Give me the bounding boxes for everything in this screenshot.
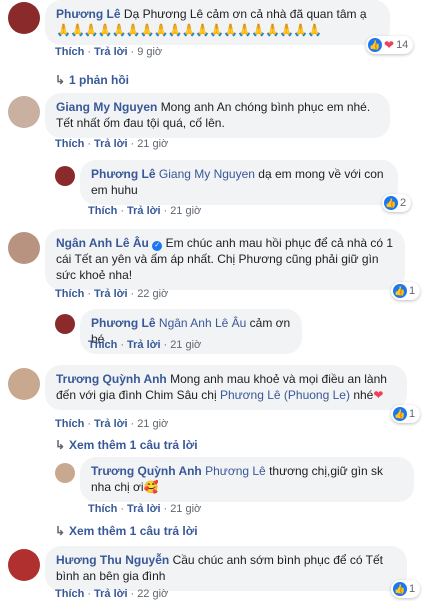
heart-icon: ❤ bbox=[384, 38, 395, 52]
verified-icon: ✓ bbox=[152, 241, 163, 251]
comment-time: 22 giờ bbox=[137, 288, 169, 300]
comment-bubble: Trương Quỳnh Anh Mong anh mau khoẻ và mọ… bbox=[45, 365, 407, 410]
reply-author[interactable]: Phương Lê bbox=[91, 316, 156, 330]
like-icon: 👍 bbox=[393, 284, 407, 298]
like-button[interactable]: Thích bbox=[55, 46, 84, 58]
comment-time: 21 giờ bbox=[137, 418, 169, 430]
like-button[interactable]: Thích bbox=[55, 418, 84, 430]
like-icon: 👍 bbox=[368, 38, 382, 52]
reaction-count[interactable]: 👍 1 bbox=[391, 405, 421, 423]
like-button[interactable]: Thích bbox=[88, 503, 117, 515]
reply-bubble: Trương Quỳnh Anh Phương Lê thương chị,gi… bbox=[80, 457, 414, 502]
like-button[interactable]: Thích bbox=[55, 588, 84, 600]
comment-bubble: Giang My Nguyen Mong anh An chóng bình p… bbox=[45, 93, 390, 138]
reply-mention[interactable]: Phương Lê bbox=[205, 464, 266, 478]
reply-mention[interactable]: Giang My Nguyen bbox=[159, 167, 255, 181]
comment-text: Dạ Phương Lê cảm ơn cả nhà đã quan tâm ạ bbox=[123, 7, 367, 21]
comment-time: 21 giờ bbox=[137, 138, 169, 150]
reply-meta: Thích · Trả lời · 21 giờ bbox=[88, 205, 202, 217]
avatar[interactable] bbox=[8, 549, 40, 581]
like-button[interactable]: Thích bbox=[88, 205, 117, 217]
comment-author[interactable]: Ngân Anh Lê Âu bbox=[56, 236, 149, 250]
prayer-emojis: 🙏🙏🙏🙏🙏🙏🙏🙏🙏🙏🙏🙏🙏🙏🙏🙏🙏🙏🙏 bbox=[56, 23, 322, 37]
comment-bubble: Hương Thu Nguyễn Cầu chúc anh sớm bình p… bbox=[45, 546, 407, 591]
like-button[interactable]: Thích bbox=[88, 339, 117, 351]
comment-text-end: nhé bbox=[353, 388, 374, 402]
reply-author[interactable]: Phương Lê bbox=[91, 167, 156, 181]
comment-author[interactable]: Giang My Nguyen bbox=[56, 100, 157, 114]
heart-icon: ❤ bbox=[373, 388, 384, 402]
avatar[interactable] bbox=[55, 314, 75, 334]
like-icon: 👍 bbox=[393, 582, 407, 596]
avatar[interactable] bbox=[55, 166, 75, 186]
view-more-replies-link[interactable]: ↳ Xem thêm 1 câu trả lời bbox=[55, 438, 198, 452]
reply-button[interactable]: Trả lời bbox=[94, 46, 128, 58]
reaction-count[interactable]: 👍 2 bbox=[382, 194, 412, 212]
avatar[interactable] bbox=[8, 368, 40, 400]
reply-button[interactable]: Trả lời bbox=[94, 288, 128, 300]
reply-button[interactable]: Trả lời bbox=[127, 503, 161, 515]
avatar[interactable] bbox=[8, 96, 40, 128]
reply-time: 21 giờ bbox=[170, 339, 202, 351]
comment-time: 22 giờ bbox=[137, 588, 169, 600]
comment-meta: Thích · Trả lời · 22 giờ bbox=[55, 288, 169, 300]
reply-button[interactable]: Trả lời bbox=[94, 588, 128, 600]
reply-mention[interactable]: Ngân Anh Lê Âu bbox=[159, 316, 246, 330]
avatar[interactable] bbox=[55, 463, 75, 483]
comment-bubble: Phương Lê Dạ Phương Lê cảm ơn cả nhà đã … bbox=[45, 0, 390, 45]
reply-arrow-icon: ↳ bbox=[55, 524, 66, 538]
reaction-count[interactable]: 👍 1 bbox=[391, 580, 421, 598]
comment-meta: Thích · Trả lời · 9 giờ bbox=[55, 46, 163, 58]
like-button[interactable]: Thích bbox=[55, 138, 84, 150]
like-icon: 👍 bbox=[393, 407, 407, 421]
reply-time: 21 giờ bbox=[170, 205, 202, 217]
comment-time: 9 giờ bbox=[137, 46, 163, 58]
reply-meta: Thích · Trả lời · 21 giờ bbox=[88, 503, 202, 515]
comment-meta: Thích · Trả lời · 22 giờ bbox=[55, 588, 169, 600]
comment-meta: Thích · Trả lời · 21 giờ bbox=[55, 418, 169, 430]
comment-mention[interactable]: Phương Lê (Phuong Le) bbox=[220, 388, 350, 402]
reply-meta: Thích · Trả lời · 21 giờ bbox=[88, 339, 202, 351]
reply-time: 21 giờ bbox=[170, 503, 202, 515]
like-button[interactable]: Thích bbox=[55, 288, 84, 300]
view-replies-link[interactable]: ↳ 1 phản hồi bbox=[55, 73, 129, 87]
comment-author[interactable]: Trương Quỳnh Anh bbox=[56, 372, 167, 386]
reply-button[interactable]: Trả lời bbox=[94, 138, 128, 150]
comment-author[interactable]: Phương Lê bbox=[56, 7, 121, 21]
reaction-count[interactable]: 👍 ❤ 14 bbox=[366, 36, 414, 54]
reply-bubble: Phương Lê Giang My Nguyen dạ em mong về … bbox=[80, 160, 398, 205]
reply-button[interactable]: Trả lời bbox=[94, 418, 128, 430]
avatar[interactable] bbox=[8, 232, 40, 264]
comment-meta: Thích · Trả lời · 21 giờ bbox=[55, 138, 169, 150]
avatar[interactable] bbox=[8, 2, 40, 34]
reply-arrow-icon: ↳ bbox=[55, 73, 66, 87]
reply-arrow-icon: ↳ bbox=[55, 438, 66, 452]
reply-author[interactable]: Trương Quỳnh Anh bbox=[91, 464, 202, 478]
view-more-replies-link[interactable]: ↳ Xem thêm 1 câu trả lời bbox=[55, 524, 198, 538]
reaction-count[interactable]: 👍 1 bbox=[391, 282, 421, 300]
comment-author[interactable]: Hương Thu Nguyễn bbox=[56, 553, 169, 567]
kiss-emoji-icon: 🥰 bbox=[143, 480, 159, 494]
comment-bubble: Ngân Anh Lê Âu ✓ Em chúc anh mau hồi phụ… bbox=[45, 229, 405, 290]
reply-button[interactable]: Trả lời bbox=[127, 205, 161, 217]
like-icon: 👍 bbox=[384, 196, 398, 210]
reply-button[interactable]: Trả lời bbox=[127, 339, 161, 351]
